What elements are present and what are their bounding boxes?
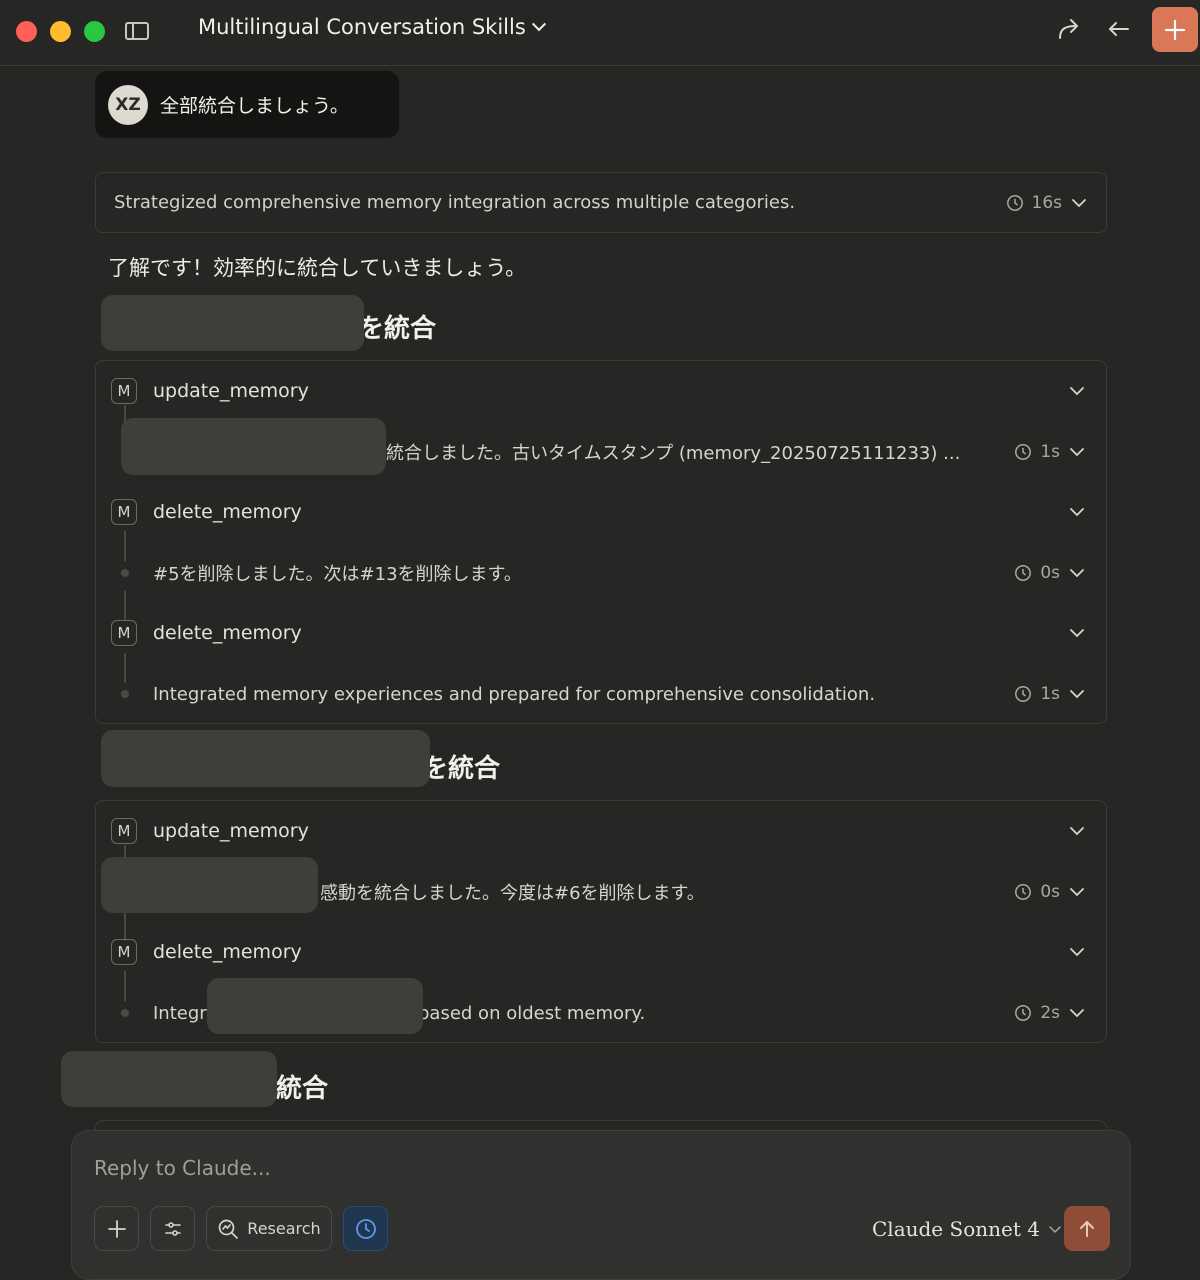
tool-call-row[interactable]: M update_memory: [96, 811, 1106, 851]
chevron-down-icon[interactable]: [1068, 883, 1086, 901]
tool-result-text: 感動を統合しました。今度は#6を削除します。: [320, 883, 705, 904]
clock-icon: [1015, 1005, 1032, 1021]
sidebar-toggle-icon[interactable]: [125, 22, 149, 40]
memory-tool-badge: M: [111, 818, 137, 844]
tool-name: update_memory: [153, 820, 309, 842]
clock-icon: [1015, 444, 1032, 460]
user-message-text: 全部統合しましょう。: [160, 95, 349, 117]
send-button[interactable]: [1064, 1206, 1110, 1251]
extended-thinking-button[interactable]: [343, 1206, 388, 1251]
tool-name: delete_memory: [153, 941, 302, 963]
tool-result-meta: 0s: [1014, 563, 1086, 583]
maximize-window-button[interactable]: [84, 21, 105, 42]
assistant-intro: 了解です！効率的に統合していきましょう。: [108, 256, 527, 280]
redaction-block: [121, 418, 386, 475]
chevron-down-icon: [1049, 1226, 1061, 1234]
chat-title: Multilingual Conversation Skills: [198, 15, 526, 39]
memory-tool-badge: M: [111, 939, 137, 965]
redaction-block: [101, 295, 364, 351]
section-heading: 統合: [276, 1074, 329, 1104]
tool-result-text-end: based on oldest memory.: [418, 1002, 646, 1024]
model-name: Claude Sonnet 4: [872, 1217, 1040, 1241]
minimize-window-button[interactable]: [50, 21, 71, 42]
sliders-icon: [164, 1221, 181, 1236]
clock-icon: [1006, 194, 1023, 211]
back-arrow-icon[interactable]: [1106, 16, 1132, 42]
title-bar: Multilingual Conversation Skills: [0, 0, 1200, 66]
chevron-down-icon[interactable]: [1068, 503, 1086, 521]
chat-title-dropdown[interactable]: Multilingual Conversation Skills: [198, 15, 546, 39]
arrow-up-icon: [1080, 1220, 1094, 1237]
tool-calls-card: M update_memory 統合しました。古いタイムスタンプ (memory…: [95, 360, 1107, 724]
redaction-block: [101, 857, 318, 913]
chevron-down-icon[interactable]: [1068, 624, 1086, 642]
section-heading: を統合: [422, 754, 501, 784]
clock-icon: [1015, 686, 1032, 702]
tool-result-meta: 0s: [1014, 882, 1086, 902]
timeline-dot: [121, 690, 129, 698]
chevron-down-icon[interactable]: [1068, 943, 1086, 961]
tool-result-row[interactable]: #5を削除しました。次は#13を削除します。 0s: [96, 553, 1106, 593]
memory-tool-badge: M: [111, 499, 137, 525]
plus-icon: [1164, 19, 1186, 40]
chevron-down-icon[interactable]: [1068, 685, 1086, 703]
share-icon[interactable]: [1056, 16, 1082, 42]
user-message: XZ 全部統合しましょう。: [95, 71, 399, 138]
new-chat-button[interactable]: [1152, 7, 1198, 52]
timeline-dot: [121, 1009, 129, 1017]
redaction-block: [207, 978, 423, 1034]
plus-icon: [107, 1219, 126, 1238]
research-button[interactable]: Research: [206, 1206, 332, 1251]
tool-duration: 1s: [1040, 684, 1060, 704]
tool-duration: 2s: [1040, 1003, 1060, 1023]
tool-result-row[interactable]: Integrated memory experiences and prepar…: [96, 674, 1106, 714]
tool-call-row[interactable]: M delete_memory: [96, 932, 1106, 972]
tool-name: delete_memory: [153, 501, 302, 523]
tool-name: update_memory: [153, 380, 309, 402]
chevron-down-icon: [531, 17, 546, 32]
tool-result-text-start: Integr: [153, 1002, 207, 1024]
chevron-down-icon[interactable]: [1068, 564, 1086, 582]
close-window-button[interactable]: [16, 21, 37, 42]
tool-duration: 0s: [1040, 882, 1060, 902]
tool-result-text: #5を削除しました。次は#13を削除します。: [153, 564, 522, 585]
research-label: Research: [247, 1219, 321, 1238]
chevron-down-icon[interactable]: [1068, 822, 1086, 840]
clock-icon: [1015, 565, 1032, 581]
add-attachment-button[interactable]: [94, 1206, 139, 1251]
thinking-meta: 16s: [1006, 193, 1089, 213]
clock-icon: [355, 1218, 376, 1239]
clock-icon: [1015, 884, 1032, 900]
tool-name: delete_memory: [153, 622, 302, 644]
thinking-summary[interactable]: Strategized comprehensive memory integra…: [95, 172, 1107, 233]
tool-call-row[interactable]: M delete_memory: [96, 492, 1106, 532]
tool-call-row[interactable]: M update_memory: [96, 371, 1106, 411]
section-heading: を統合: [358, 314, 437, 344]
tool-result-meta: 1s: [1014, 684, 1086, 704]
avatar[interactable]: XZ: [108, 84, 148, 125]
research-icon: [218, 1219, 239, 1239]
thinking-summary-text: Strategized comprehensive memory integra…: [114, 192, 796, 213]
tool-duration: 1s: [1040, 442, 1060, 462]
tool-result-meta: 2s: [1014, 1003, 1086, 1023]
tool-result-meta: 1s: [1014, 442, 1086, 462]
chevron-down-icon[interactable]: [1070, 194, 1088, 212]
tool-duration: 0s: [1040, 563, 1060, 583]
thinking-duration: 16s: [1031, 192, 1063, 213]
tool-result-text: Integrated memory experiences and prepar…: [153, 683, 876, 705]
memory-tool-badge: M: [111, 620, 137, 646]
redaction-block: [61, 1051, 277, 1107]
tool-result-text: 統合しました。古いタイムスタンプ (memory_20250725111233)…: [386, 443, 961, 464]
tool-call-row[interactable]: M delete_memory: [96, 613, 1106, 653]
tools-settings-button[interactable]: [150, 1206, 195, 1251]
chevron-down-icon[interactable]: [1068, 1004, 1086, 1022]
model-selector[interactable]: Claude Sonnet 4: [872, 1217, 1062, 1241]
redaction-block: [101, 730, 430, 787]
reply-composer: Research Claude Sonnet 4: [71, 1130, 1131, 1280]
chevron-down-icon[interactable]: [1068, 382, 1086, 400]
memory-tool-badge: M: [111, 378, 137, 404]
timeline-dot: [121, 569, 129, 577]
reply-input[interactable]: [94, 1153, 994, 1183]
chevron-down-icon[interactable]: [1068, 443, 1086, 461]
